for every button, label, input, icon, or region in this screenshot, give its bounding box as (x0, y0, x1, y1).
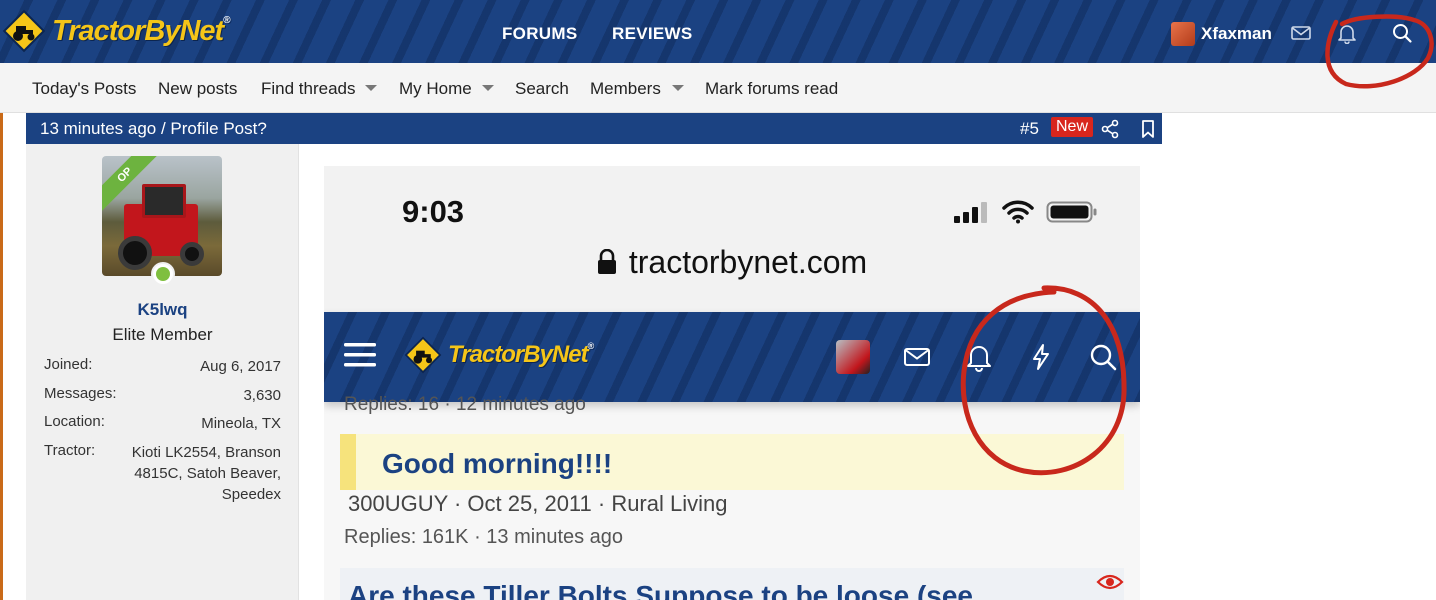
info-label: Messages: (44, 385, 117, 402)
subnav-new-posts[interactable]: New posts (158, 79, 237, 99)
background-edge (0, 113, 3, 600)
logo-text: TractorByNet® (52, 14, 231, 47)
mobile-header: TractorByNet® (324, 312, 1140, 402)
search-icon[interactable] (1391, 22, 1413, 44)
subnav-my-home[interactable]: My Home (399, 79, 472, 99)
subnav-search[interactable]: Search (515, 79, 569, 99)
post-number-link[interactable]: #5 (1020, 119, 1039, 139)
thread-meta: 300UGUY · Oct 25, 2011 · Rural Living (348, 491, 728, 516)
info-label: Joined: (44, 356, 93, 373)
info-label: Tractor: (44, 442, 96, 459)
chevron-down-icon[interactable] (672, 85, 684, 91)
tractor-wheel (118, 236, 152, 270)
subnav-mark-forums-read[interactable]: Mark forums read (705, 79, 838, 99)
site-header: TractorByNet® FORUMS REVIEWS Xfaxman (0, 0, 1436, 63)
bell-icon[interactable] (1336, 22, 1358, 44)
mobile-logo-text: TractorByNet® (448, 341, 594, 368)
lock-icon (597, 249, 616, 274)
username: Xfaxman (1201, 24, 1272, 43)
sub-navigation: Today's Posts New posts Find threads My … (0, 63, 1436, 113)
thread-item: Are these Tiller Bolts Suppose to be loo… (340, 568, 1124, 600)
info-value: 3,630 (243, 387, 281, 404)
info-location: Location: Mineola, TX (44, 413, 281, 435)
info-value: Mineola, TX (201, 415, 281, 432)
subnav-todays-posts[interactable]: Today's Posts (32, 79, 136, 99)
author-name[interactable]: K5lwq (26, 300, 299, 320)
unread-indicator (340, 434, 356, 490)
attached-screenshot[interactable]: 9:03 tractorbynet.com TractorByNet® Repl… (324, 166, 1140, 600)
info-joined: Joined: Aug 6, 2017 (44, 356, 281, 378)
post-header: 13 minutes ago / Profile Post? #5 New (26, 113, 1162, 144)
avatar (836, 340, 870, 374)
battery-icon (1046, 201, 1097, 223)
page: TractorByNet® FORUMS REVIEWS Xfaxman Tod… (0, 0, 1436, 600)
tractor-wheel (180, 242, 204, 266)
phone-url-text: tractorbynet.com (628, 244, 868, 280)
phone-status-bar: 9:03 tractorbynet.com (324, 166, 1140, 312)
envelope-icon (904, 348, 930, 366)
faded-thread-stats: Replies: 16 · 12 minutes ago (344, 394, 586, 415)
chevron-down-icon[interactable] (482, 85, 494, 91)
menu-icon (344, 343, 376, 367)
author-title: Elite Member (112, 325, 213, 344)
phone-time: 9:03 (402, 194, 465, 229)
info-label: Location: (44, 413, 105, 430)
thread-title: Good morning!!!! (382, 448, 613, 479)
info-messages: Messages: 3,630 (44, 385, 281, 407)
subnav-find-threads[interactable]: Find threads (261, 79, 356, 99)
site-logo[interactable]: TractorByNet® (2, 4, 231, 58)
post-title: 13 minutes ago / Profile Post? (40, 119, 267, 138)
chevron-down-icon[interactable] (365, 85, 377, 91)
envelope-icon[interactable] (1290, 22, 1312, 44)
user-menu[interactable]: Xfaxman (1171, 22, 1272, 46)
tractor-logo-icon (404, 336, 442, 374)
avatar (1171, 22, 1195, 46)
new-badge: New (1051, 117, 1094, 137)
signal-icon (954, 202, 987, 223)
subnav-members[interactable]: Members (590, 79, 661, 99)
info-value: Aug 6, 2017 (200, 358, 281, 375)
eye-icon (1096, 574, 1124, 590)
info-value: Kioti LK2554, Branson 4815C, Satoh Beave… (131, 444, 281, 503)
thread-item: Good morning!!!! (340, 434, 1124, 490)
online-status-icon (151, 262, 175, 286)
tractor-cab (142, 184, 186, 218)
tab-reviews[interactable]: REVIEWS (612, 24, 693, 44)
bookmark-icon[interactable] (1138, 119, 1158, 139)
lightning-icon (1033, 344, 1049, 370)
info-tractor: Tractor: Kioti LK2554, Branson 4815C, Sa… (44, 442, 281, 508)
thread-stats: Replies: 161K · 13 minutes ago (344, 526, 624, 548)
bell-icon (967, 346, 991, 372)
author-avatar[interactable]: OP (102, 156, 222, 276)
share-icon[interactable] (1100, 119, 1120, 139)
author-pane: OP K5lwq Elite Member Joined: Aug 6, 201… (26, 144, 299, 600)
phone-url-bar: tractorbynet.com (324, 244, 1140, 281)
mobile-logo: TractorByNet® (404, 336, 594, 374)
tab-forums[interactable]: FORUMS (502, 24, 577, 44)
search-icon (1090, 344, 1117, 371)
wifi-icon (1002, 200, 1034, 224)
thread-title: Are these Tiller Bolts Suppose to be loo… (348, 580, 973, 600)
tractor-logo-icon (2, 9, 46, 53)
